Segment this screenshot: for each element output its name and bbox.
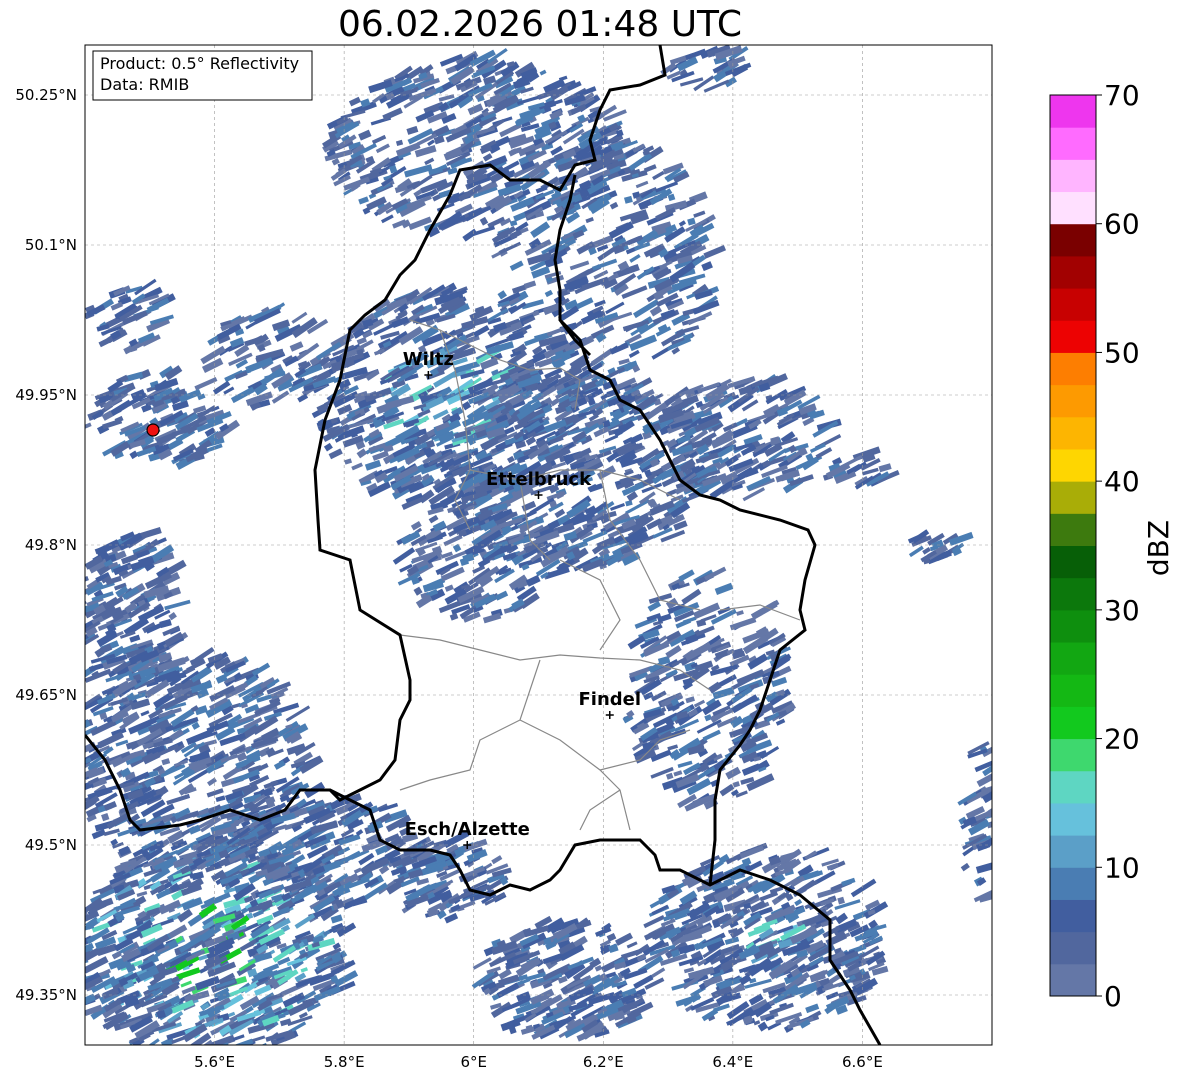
lon-label: 6°E bbox=[460, 1053, 487, 1071]
radar-echo-layer bbox=[85, 45, 992, 1045]
colorbar-segment bbox=[1050, 899, 1096, 933]
colorbar-segment bbox=[1050, 609, 1096, 643]
city-label: Ettelbruck bbox=[486, 469, 592, 490]
colorbar-segment bbox=[1050, 577, 1096, 611]
colorbar-segment bbox=[1050, 191, 1096, 225]
colorbar-segment bbox=[1050, 223, 1096, 257]
colorbar-segment bbox=[1050, 835, 1096, 868]
colorbar-segment bbox=[1050, 288, 1096, 321]
colorbar-segment bbox=[1050, 384, 1096, 418]
city-label: Findel bbox=[578, 689, 641, 710]
lat-label: 49.5°N bbox=[25, 836, 77, 854]
longitude-labels: 5.6°E 5.8°E 6°E 6.2°E 6.4°E 6.6°E bbox=[194, 1053, 883, 1071]
colorbar-segment bbox=[1050, 545, 1096, 579]
city-marker-icon bbox=[605, 711, 614, 719]
colorbar-segment bbox=[1050, 706, 1096, 740]
info-box: Product: 0.5° Reflectivity Data: RMIB bbox=[92, 50, 313, 101]
city-label: Esch/Alzette bbox=[405, 819, 530, 840]
info-data-source: Data: RMIB bbox=[100, 75, 189, 94]
info-product: Product: 0.5° Reflectivity bbox=[100, 54, 299, 73]
colorbar-segment bbox=[1050, 674, 1096, 707]
colorbar-label: dBZ bbox=[1142, 520, 1175, 576]
colorbar-tick-label: 40 bbox=[1104, 465, 1140, 498]
colorbar-segment bbox=[1050, 352, 1096, 386]
lon-label: 5.8°E bbox=[324, 1053, 365, 1071]
city-label: Wiltz bbox=[403, 349, 454, 370]
colorbar-tick-label: 0 bbox=[1104, 980, 1122, 1013]
colorbar-tick-label: 20 bbox=[1104, 723, 1140, 756]
colorbar-segment bbox=[1050, 481, 1096, 514]
colorbar-segment bbox=[1050, 802, 1096, 836]
colorbar-segment bbox=[1050, 127, 1096, 160]
colorbar-segment bbox=[1050, 448, 1096, 482]
colorbar-segment bbox=[1050, 159, 1096, 193]
city-ettelbruck: Ettelbruck bbox=[486, 469, 592, 499]
colorbar-tick-label: 50 bbox=[1104, 336, 1140, 369]
lat-label: 49.35°N bbox=[15, 986, 77, 1004]
colorbar-segment bbox=[1050, 770, 1096, 804]
colorbar-tick-label: 10 bbox=[1104, 851, 1140, 884]
colorbar-segment bbox=[1050, 255, 1096, 289]
colorbar: 0 10 20 30 40 50 60 70 bbox=[1049, 79, 1140, 1013]
lat-label: 50.25°N bbox=[15, 86, 77, 104]
colorbar-segment bbox=[1050, 963, 1096, 997]
lon-label: 6.6°E bbox=[842, 1053, 883, 1071]
radar-site-marker bbox=[146, 423, 160, 437]
canton-boundaries bbox=[399, 319, 801, 831]
colorbar-segment bbox=[1050, 867, 1096, 900]
colorbar-tick-label: 60 bbox=[1104, 208, 1140, 241]
lat-label: 49.95°N bbox=[15, 386, 77, 404]
colorbar-segment bbox=[1050, 513, 1096, 546]
radar-map: 50.25°N 50.1°N 49.95°N 49.8°N 49.65°N 49.5°N 4… bbox=[15, 44, 1175, 1071]
colorbar-segment bbox=[1050, 738, 1096, 772]
lon-label: 5.6°E bbox=[194, 1053, 235, 1071]
colorbar-segment bbox=[1050, 95, 1096, 128]
colorbar-tick-label: 70 bbox=[1104, 79, 1140, 112]
colorbar-segment bbox=[1050, 416, 1096, 450]
colorbar-segment bbox=[1050, 320, 1096, 353]
latitude-labels: 50.25°N 50.1°N 49.95°N 49.8°N 49.65°N 49.5°N 4… bbox=[15, 86, 77, 1004]
lon-label: 6.4°E bbox=[712, 1053, 753, 1071]
colorbar-segment bbox=[1050, 642, 1096, 675]
lat-label: 49.8°N bbox=[25, 536, 77, 554]
colorbar-segment bbox=[1050, 931, 1096, 965]
lat-label: 49.65°N bbox=[15, 686, 77, 704]
colorbar-tick-label: 30 bbox=[1104, 594, 1140, 627]
lon-label: 6.2°E bbox=[583, 1053, 624, 1071]
lat-label: 50.1°N bbox=[25, 236, 77, 254]
